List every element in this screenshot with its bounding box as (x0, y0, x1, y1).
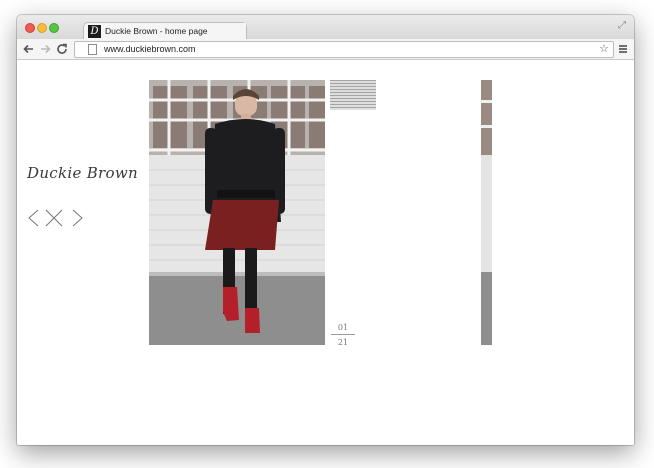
forward-arrow-icon (41, 44, 51, 54)
hamburger-lines (619, 45, 627, 53)
reload-button[interactable] (55, 42, 69, 56)
fullscreen-icon[interactable]: ⤢ (616, 20, 628, 32)
chevron-right-icon (72, 209, 83, 227)
next-button[interactable] (68, 208, 88, 228)
gallery-thumbnail[interactable] (330, 80, 376, 110)
url-text[interactable]: www.duckiebrown.com (104, 43, 196, 56)
back-arrow-icon (23, 44, 33, 54)
address-bar[interactable]: www.duckiebrown.com ☆ (74, 41, 614, 58)
close-gallery-button[interactable] (43, 208, 65, 228)
current-slide-number: 01 (337, 323, 349, 332)
menu-icon[interactable] (618, 43, 628, 55)
site-logo[interactable]: Duckie Brown (27, 164, 138, 182)
tab-title: Duckie Brown - home page (105, 26, 208, 36)
next-photo-preview[interactable] (481, 80, 492, 345)
next-photo-image (481, 80, 492, 345)
zoom-window-button[interactable] (49, 23, 59, 33)
runway-model-image (149, 80, 325, 345)
minimize-window-button[interactable] (37, 23, 47, 33)
page-icon (88, 44, 97, 55)
page-content: Duckie Brown 01 21 (17, 60, 634, 445)
title-bar: D Duckie Brown - home page ⤢ (17, 15, 634, 41)
favicon-icon: D (88, 25, 101, 38)
reload-icon (57, 43, 67, 54)
total-slides-number: 21 (337, 338, 349, 347)
previous-button[interactable] (25, 208, 45, 228)
forward-button[interactable] (38, 42, 52, 56)
counter-divider (331, 334, 355, 335)
slide-counter: 01 21 (331, 322, 355, 348)
close-window-button[interactable] (25, 23, 35, 33)
chevron-left-icon (28, 209, 39, 227)
star-icon[interactable]: ☆ (599, 42, 609, 56)
back-button[interactable] (22, 42, 36, 56)
browser-window: D Duckie Brown - home page ⤢ www.duckieb… (17, 15, 634, 445)
close-icon (45, 209, 63, 227)
runway-photo[interactable] (149, 80, 325, 345)
browser-toolbar: www.duckiebrown.com ☆ (17, 39, 634, 60)
